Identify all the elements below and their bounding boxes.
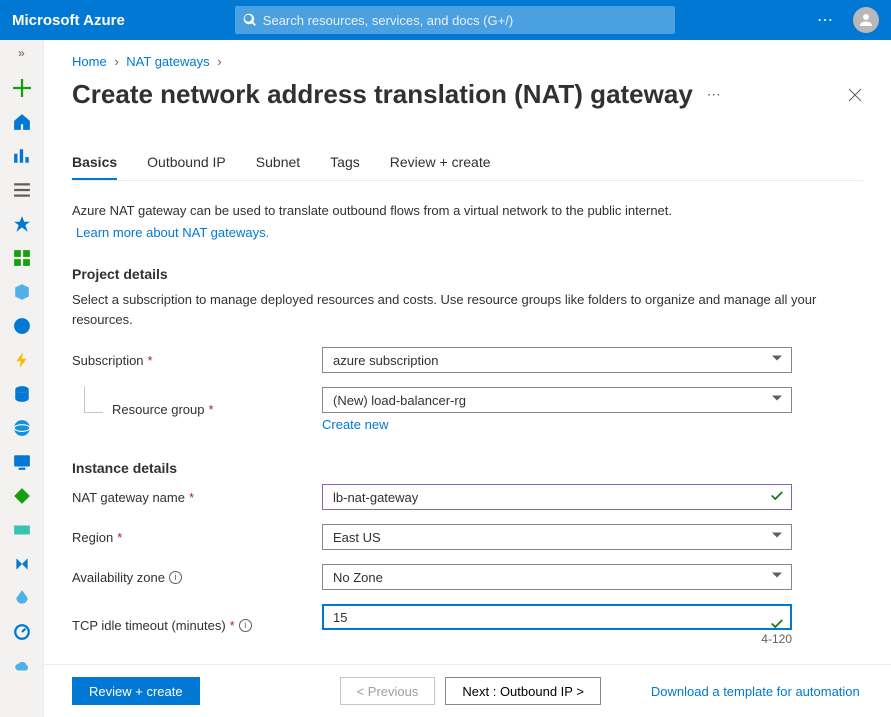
breadcrumb: Home › NAT gateways ›: [72, 54, 863, 69]
search-input[interactable]: [263, 13, 667, 28]
brand-logo[interactable]: Microsoft Azure: [12, 12, 125, 29]
availability-zone-select[interactable]: No Zone: [322, 564, 792, 590]
tab-tags[interactable]: Tags: [330, 154, 360, 180]
header-more-icon[interactable]: ⋯: [817, 10, 835, 30]
breadcrumb-nat-gateways[interactable]: NAT gateways: [126, 54, 209, 69]
title-more-icon[interactable]: ⋯: [707, 86, 722, 103]
nav-gauge-icon[interactable]: [10, 620, 34, 644]
nav-create-icon[interactable]: [10, 76, 34, 100]
region-label: Region*: [72, 530, 322, 545]
nav-home-icon[interactable]: [10, 110, 34, 134]
timeout-range-helper: 4-120: [322, 632, 792, 646]
user-avatar[interactable]: [853, 7, 879, 33]
tab-outbound-ip[interactable]: Outbound IP: [147, 154, 226, 180]
resource-group-select[interactable]: (New) load-balancer-rg: [322, 387, 792, 413]
nav-functions-icon[interactable]: [10, 348, 34, 372]
tabs: Basics Outbound IP Subnet Tags Review + …: [72, 154, 863, 181]
chevron-down-icon: [771, 393, 783, 408]
nav-monitor-icon[interactable]: [10, 450, 34, 474]
subscription-value: azure subscription: [333, 353, 439, 368]
nav-favorites-icon[interactable]: [10, 212, 34, 236]
review-create-button[interactable]: Review + create: [72, 677, 200, 705]
create-new-rg-link[interactable]: Create new: [322, 417, 792, 432]
tab-review-create[interactable]: Review + create: [390, 154, 491, 180]
resource-group-value: (New) load-balancer-rg: [333, 393, 466, 408]
chevron-down-icon: [771, 530, 783, 545]
breadcrumb-home[interactable]: Home: [72, 54, 107, 69]
wizard-footer: Review + create < Previous Next : Outbou…: [44, 664, 891, 717]
info-icon[interactable]: i: [239, 619, 252, 632]
expand-nav-icon[interactable]: »: [18, 46, 25, 60]
nat-gateway-name-input[interactable]: [322, 484, 792, 510]
nav-dashboard-icon[interactable]: [10, 144, 34, 168]
chevron-down-icon: [771, 570, 783, 585]
section-instance-details-title: Instance details: [72, 460, 863, 476]
nav-storage-icon[interactable]: [10, 518, 34, 542]
section-project-details-desc: Select a subscription to manage deployed…: [72, 290, 832, 329]
nav-globe-icon[interactable]: [10, 314, 34, 338]
resource-group-label: Resource group*: [72, 402, 322, 417]
subscription-label: Subscription*: [72, 353, 322, 368]
section-project-details-title: Project details: [72, 266, 863, 282]
close-blade-icon[interactable]: [847, 87, 863, 103]
nav-drop-icon[interactable]: [10, 586, 34, 610]
nat-gateway-name-label: NAT gateway name*: [72, 490, 322, 505]
previous-button: < Previous: [340, 677, 436, 705]
search-icon: [243, 13, 257, 27]
region-select[interactable]: East US: [322, 524, 792, 550]
info-icon[interactable]: i: [169, 571, 182, 584]
chevron-right-icon: ›: [217, 54, 221, 69]
left-nav-rail: »: [0, 40, 44, 717]
nav-resource-groups-icon[interactable]: [10, 246, 34, 270]
chevron-right-icon: ›: [114, 54, 118, 69]
nav-all-services-icon[interactable]: [10, 178, 34, 202]
learn-more-link[interactable]: Learn more about NAT gateways.: [76, 223, 863, 243]
tcp-idle-timeout-label: TCP idle timeout (minutes)* i: [72, 618, 322, 633]
valid-check-icon: [770, 617, 784, 634]
person-icon: [857, 11, 875, 29]
tab-basics[interactable]: Basics: [72, 154, 117, 180]
nav-diamond-icon[interactable]: [10, 484, 34, 508]
availability-zone-value: No Zone: [333, 570, 383, 585]
nav-cloud-icon[interactable]: [10, 654, 34, 678]
next-button[interactable]: Next : Outbound IP >: [445, 677, 601, 705]
download-template-link[interactable]: Download a template for automation: [651, 684, 860, 699]
intro-description: Azure NAT gateway can be used to transla…: [72, 203, 672, 218]
nav-sql-icon[interactable]: [10, 382, 34, 406]
nav-cube-icon[interactable]: [10, 280, 34, 304]
tcp-idle-timeout-input[interactable]: [322, 604, 792, 630]
nav-cosmos-icon[interactable]: [10, 416, 34, 440]
nav-network-icon[interactable]: [10, 552, 34, 576]
global-search[interactable]: [235, 6, 675, 34]
intro-text: Azure NAT gateway can be used to transla…: [72, 201, 863, 242]
tab-subnet[interactable]: Subnet: [256, 154, 300, 180]
chevron-down-icon: [771, 353, 783, 368]
main-area: Home › NAT gateways › Create network add…: [44, 40, 891, 717]
availability-zone-label: Availability zone i: [72, 570, 322, 585]
azure-header: Microsoft Azure ⋯: [0, 0, 891, 40]
subscription-select[interactable]: azure subscription: [322, 347, 792, 373]
region-value: East US: [333, 530, 381, 545]
valid-check-icon: [770, 489, 784, 506]
page-title: Create network address translation (NAT)…: [72, 79, 693, 110]
